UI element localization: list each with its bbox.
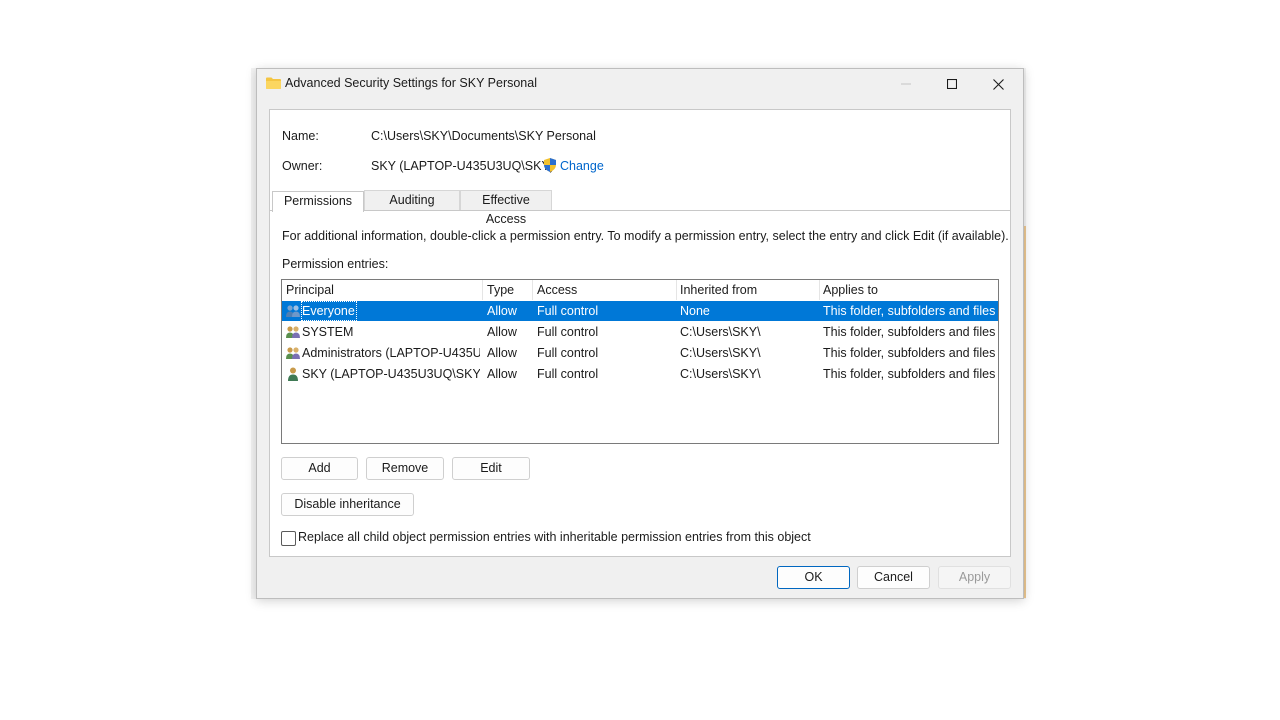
- column-principal[interactable]: Principal: [286, 283, 334, 297]
- window-title: Advanced Security Settings for SKY Perso…: [285, 76, 537, 90]
- tab-permissions[interactable]: Permissions: [272, 191, 364, 212]
- column-separator[interactable]: [482, 280, 483, 300]
- principal-cell: Everyone: [302, 304, 355, 318]
- replace-child-permissions-checkbox[interactable]: [281, 531, 296, 546]
- access-cell: Full control: [537, 325, 599, 339]
- disable-inheritance-button[interactable]: Disable inheritance: [281, 493, 414, 516]
- principal-cell: SKY (LAPTOP-U435U3UQ\SKY): [302, 367, 480, 381]
- name-value: C:\Users\SKY\Documents\SKY Personal: [371, 129, 596, 143]
- column-separator[interactable]: [819, 280, 820, 300]
- user-icon: [288, 367, 298, 381]
- applies-cell: This folder, subfolders and files: [823, 304, 996, 318]
- applies-cell: This folder, subfolders and files: [823, 367, 996, 381]
- info-text: For additional information, double-click…: [282, 229, 1009, 243]
- replace-child-permissions-label[interactable]: Replace all child object permission entr…: [298, 530, 811, 544]
- folder-icon: [266, 77, 281, 89]
- tab-auditing[interactable]: Auditing: [364, 190, 460, 210]
- inherited-cell: C:\Users\SKY\: [680, 367, 761, 381]
- remove-button[interactable]: Remove: [366, 457, 444, 480]
- maximize-button[interactable]: [929, 69, 975, 99]
- column-separator[interactable]: [532, 280, 533, 300]
- table-row[interactable]: SKY (LAPTOP-U435U3UQ\SKY) Allow Full con…: [282, 364, 998, 384]
- access-cell: Full control: [537, 346, 599, 360]
- minimize-button[interactable]: [883, 69, 929, 99]
- type-cell: Allow: [487, 304, 517, 318]
- group-users-icon: [286, 326, 300, 338]
- inherited-cell: C:\Users\SKY\: [680, 346, 761, 360]
- close-button[interactable]: [975, 69, 1021, 99]
- name-label: Name:: [282, 129, 319, 143]
- permission-entries-label: Permission entries:: [282, 257, 389, 271]
- tab-strip: Permissions Auditing Effective Access: [270, 190, 1010, 226]
- principal-cell: SYSTEM: [302, 325, 354, 339]
- column-access[interactable]: Access: [537, 283, 577, 297]
- permission-entries-list[interactable]: Principal Type Access Inherited from App…: [281, 279, 999, 444]
- type-cell: Allow: [487, 325, 517, 339]
- cancel-button[interactable]: Cancel: [857, 566, 930, 589]
- table-row[interactable]: SYSTEM Allow Full control C:\Users\SKY\ …: [282, 322, 998, 342]
- edit-button[interactable]: Edit: [452, 457, 530, 480]
- settings-panel: Name: C:\Users\SKY\Documents\SKY Persona…: [269, 109, 1011, 557]
- tab-divider: [270, 210, 1010, 211]
- applies-cell: This folder, subfolders and files: [823, 346, 996, 360]
- column-inherited-from[interactable]: Inherited from: [680, 283, 757, 297]
- close-icon: [992, 78, 1004, 90]
- table-row[interactable]: Administrators (LAPTOP-U435U... Allow Fu…: [282, 343, 998, 363]
- column-applies-to[interactable]: Applies to: [823, 283, 878, 297]
- advanced-security-dialog: Advanced Security Settings for SKY Perso…: [256, 68, 1024, 599]
- change-owner-link[interactable]: Change: [560, 159, 604, 173]
- column-type[interactable]: Type: [487, 283, 514, 297]
- type-cell: Allow: [487, 346, 517, 360]
- maximize-icon: [947, 79, 957, 89]
- column-separator[interactable]: [676, 280, 677, 300]
- minimize-icon: [901, 83, 911, 85]
- group-users-icon: [286, 347, 300, 359]
- applies-cell: This folder, subfolders and files: [823, 325, 996, 339]
- title-bar[interactable]: Advanced Security Settings for SKY Perso…: [257, 69, 1023, 99]
- group-users-icon: [286, 305, 300, 317]
- access-cell: Full control: [537, 304, 599, 318]
- add-button[interactable]: Add: [281, 457, 358, 480]
- ok-button[interactable]: OK: [777, 566, 850, 589]
- type-cell: Allow: [487, 367, 517, 381]
- inherited-cell: C:\Users\SKY\: [680, 325, 761, 339]
- inherited-cell: None: [680, 304, 710, 318]
- owner-label: Owner:: [282, 159, 323, 173]
- owner-value: SKY (LAPTOP-U435U3UQ\SKY): [371, 159, 554, 173]
- access-cell: Full control: [537, 367, 599, 381]
- list-header: Principal Type Access Inherited from App…: [282, 280, 998, 300]
- principal-cell: Administrators (LAPTOP-U435U...: [302, 346, 480, 360]
- table-row[interactable]: Everyone Allow Full control None This fo…: [282, 301, 998, 321]
- uac-shield-icon: [544, 158, 556, 172]
- tab-effective-access[interactable]: Effective Access: [460, 190, 552, 226]
- apply-button[interactable]: Apply: [938, 566, 1011, 589]
